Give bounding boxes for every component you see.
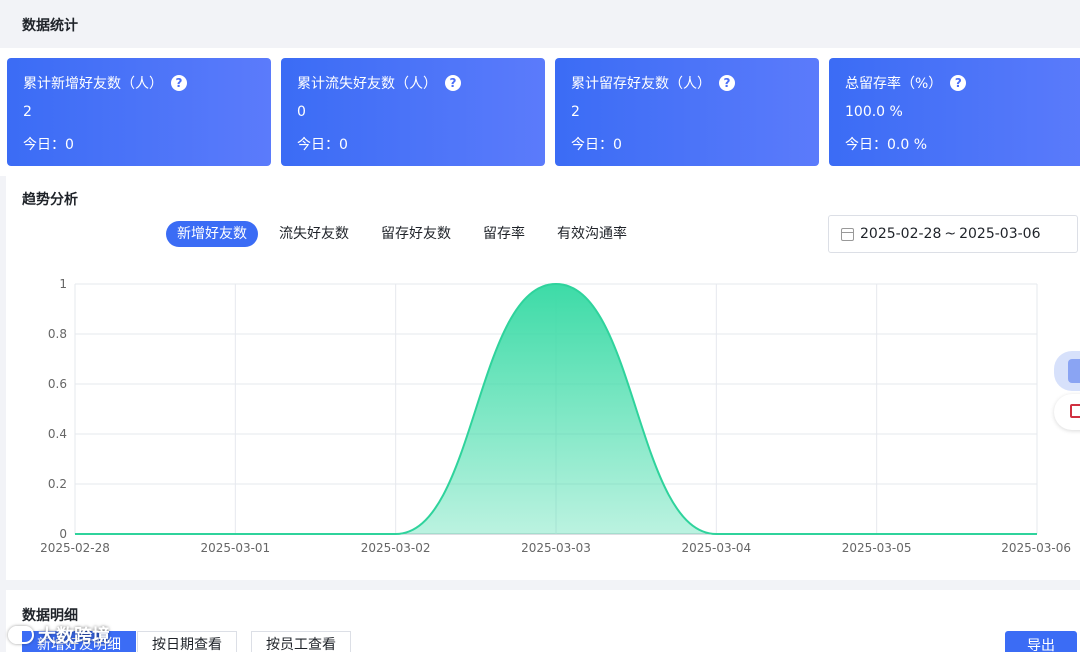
stat-card-today: 今日：0 (23, 137, 74, 153)
stat-card-retention-rate: 总留存率（%）? 100.0 % 今日：0.0 % (829, 58, 1080, 166)
trend-tabs: 新增好友数 流失好友数 留存好友数 留存率 有效沟通率 (166, 221, 648, 247)
chart-y-tick-label: 1 (59, 277, 67, 291)
stat-card-label: 总留存率（%） (845, 76, 943, 92)
stat-card-value: 100.0 % (845, 104, 903, 120)
stat-card-label: 累计新增好友数（人） (23, 76, 163, 92)
stat-card-today: 今日：0 (571, 137, 622, 153)
stats-section-title: 数据统计 (22, 18, 78, 34)
chart-x-tick-label: 2025-03-05 (842, 541, 912, 555)
stat-card-new-friends: 累计新增好友数（人）? 2 今日：0 (7, 58, 271, 166)
chart-y-tick-label: 0.4 (48, 427, 67, 441)
assistant-icon (1068, 359, 1080, 383)
trend-section-title: 趋势分析 (22, 192, 78, 208)
help-icon[interactable]: ? (950, 75, 967, 91)
date-range-picker[interactable]: 2025-02-28 ~ 2025-03-06 (828, 215, 1078, 253)
brand-logo-icon (8, 626, 34, 644)
stat-card-today: 今日：0.0 % (845, 137, 928, 153)
tab-effective-communication-rate[interactable]: 有效沟通率 (546, 221, 638, 247)
chart-x-tick-label: 2025-03-04 (681, 541, 751, 555)
chart-area-fill (75, 284, 1037, 534)
stat-card-today: 今日：0 (297, 137, 348, 153)
stat-card-label: 累计流失好友数（人） (297, 76, 437, 92)
chart-x-tick-label: 2025-03-02 (361, 541, 431, 555)
export-button[interactable]: 导出 (1005, 631, 1077, 652)
trend-chart: 0 0.2 0.4 0.6 0.8 1 2025-02-28 2025-03-01 2025-… (40, 277, 1071, 555)
tab-lost-friends[interactable]: 流失好友数 (268, 221, 360, 247)
floating-assistant-button[interactable] (1054, 351, 1080, 391)
tab-retention-rate[interactable]: 留存率 (472, 221, 536, 247)
chart-y-tick-label: 0.8 (48, 327, 67, 341)
tab-by-date[interactable]: 按日期查看 (137, 631, 237, 652)
stats-cards-panel: 累计新增好友数（人）? 2 今日：0 累计流失好友数（人）? 0 今日：0 累计… (0, 48, 1080, 176)
brand-watermark: 大数跨境 (8, 622, 110, 648)
chart-y-tick-label: 0.2 (48, 477, 67, 491)
tab-retained-friends[interactable]: 留存好友数 (370, 221, 462, 247)
tab-by-employee[interactable]: 按员工查看 (251, 631, 351, 652)
date-range-end: 2025-03-06 (959, 226, 1041, 242)
date-range-start: 2025-02-28 (860, 226, 942, 242)
stat-card-value: 2 (571, 104, 580, 120)
tab-new-friends[interactable]: 新增好友数 (166, 221, 258, 247)
stat-card-value: 2 (23, 104, 32, 120)
help-icon[interactable]: ? (445, 75, 461, 91)
help-icon[interactable]: ? (171, 75, 187, 91)
stat-card-lost-friends: 累计流失好友数（人）? 0 今日：0 (281, 58, 545, 166)
chart-x-tick-label: 2025-03-06 (1001, 541, 1071, 555)
stat-card-label: 累计留存好友数（人） (571, 76, 711, 92)
date-range-separator: ~ (944, 226, 957, 242)
network-icon (1070, 404, 1080, 418)
chart-x-tick-label: 2025-03-03 (521, 541, 591, 555)
calendar-icon (841, 227, 854, 241)
stat-card-value: 0 (297, 104, 306, 120)
chart-y-tick-label: 0.6 (48, 377, 67, 391)
chart-y-tick-label: 0 (59, 527, 67, 541)
stat-card-retained-friends: 累计留存好友数（人）? 2 今日：0 (555, 58, 819, 166)
chart-x-tick-label: 2025-02-28 (40, 541, 110, 555)
chart-x-tick-label: 2025-03-01 (200, 541, 270, 555)
help-icon[interactable]: ? (719, 75, 735, 91)
